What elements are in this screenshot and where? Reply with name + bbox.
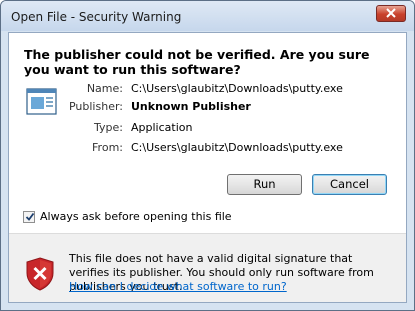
- publisher-value: Unknown Publisher: [131, 100, 251, 113]
- info-row-from: From: C:\Users\glaubitz\Downloads\putty.…: [9, 141, 408, 155]
- cancel-button[interactable]: Cancel: [312, 174, 387, 195]
- title-bar[interactable]: Open File - Security Warning: [1, 1, 414, 31]
- info-row-name: Name: C:\Users\glaubitz\Downloads\putty.…: [9, 82, 408, 96]
- dialog-body: The publisher could not be verified. Are…: [8, 32, 407, 303]
- type-label: Type:: [94, 121, 123, 134]
- close-button[interactable]: [376, 5, 406, 22]
- security-warning-dialog: Open File - Security Warning The publish…: [0, 0, 415, 311]
- help-link[interactable]: How can I decide what software to run?: [69, 280, 287, 293]
- always-ask-label[interactable]: Always ask before opening this file: [40, 210, 232, 223]
- type-value: Application: [131, 121, 193, 134]
- close-icon: [386, 8, 396, 18]
- run-button[interactable]: Run: [227, 174, 302, 195]
- window-title: Open File - Security Warning: [11, 10, 182, 24]
- warning-headline: The publisher could not be verified. Are…: [24, 47, 370, 77]
- from-label: From:: [92, 141, 123, 154]
- name-value: C:\Users\glaubitz\Downloads\putty.exe: [131, 82, 343, 95]
- from-value: C:\Users\glaubitz\Downloads\putty.exe: [131, 141, 343, 154]
- info-row-type: Type: Application: [9, 121, 408, 135]
- always-ask-checkbox[interactable]: [23, 211, 35, 223]
- publisher-label: Publisher:: [68, 100, 123, 113]
- footer-panel: This file does not have a valid digital …: [9, 233, 406, 302]
- info-row-publisher: Publisher: Unknown Publisher: [9, 100, 408, 114]
- checkmark-icon: [25, 212, 35, 221]
- name-label: Name:: [86, 82, 123, 95]
- security-shield-error-icon: [26, 257, 54, 291]
